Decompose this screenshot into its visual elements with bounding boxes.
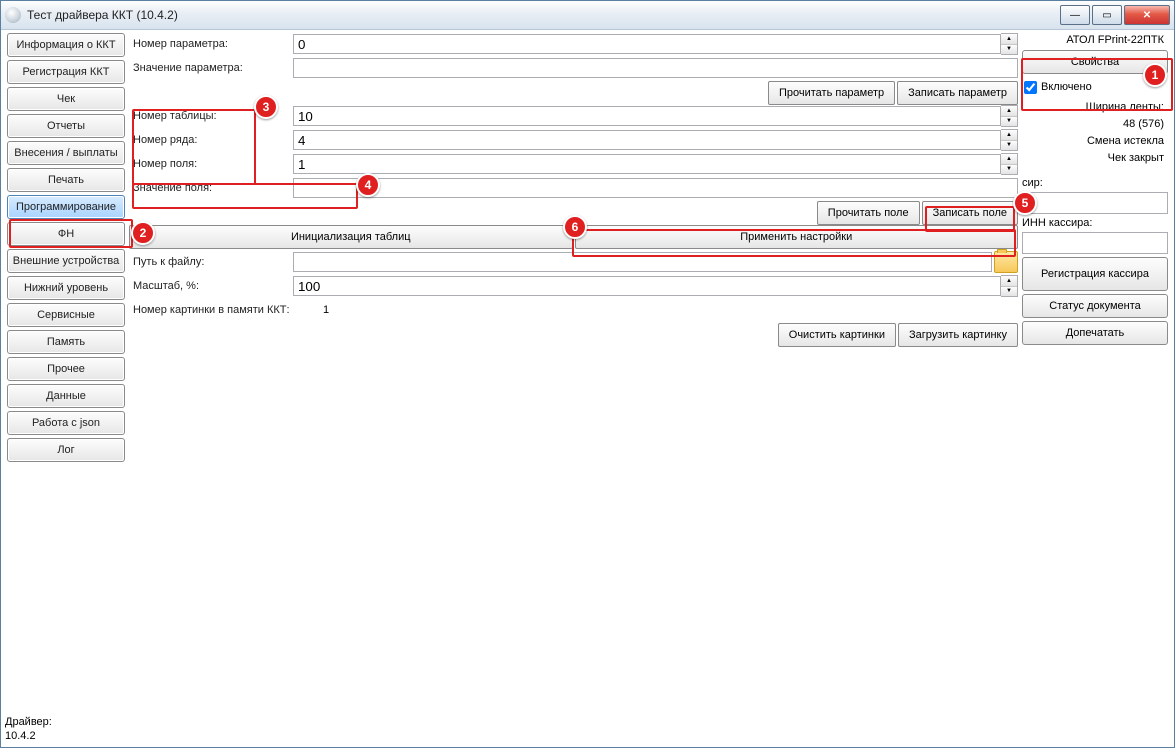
scale-spinner[interactable]: ▲▼: [1001, 275, 1018, 297]
minimize-button[interactable]: —: [1060, 5, 1090, 25]
sidebar-item-low-level[interactable]: Нижний уровень: [7, 276, 125, 300]
callout-4: 4: [356, 173, 380, 197]
sidebar-item-cash[interactable]: Внесения / выплаты: [7, 141, 125, 165]
load-pic-button[interactable]: Загрузить картинку: [898, 323, 1018, 347]
sidebar: Информация о ККТ Регистрация ККТ Чек Отч…: [5, 33, 127, 743]
param-val-label: Значение параметра:: [129, 62, 293, 74]
cheque-status: Чек закрыт: [1022, 151, 1168, 165]
callout-6: 6: [563, 215, 587, 239]
callout-5: 5: [1013, 191, 1037, 215]
sidebar-item-cheque[interactable]: Чек: [7, 87, 125, 111]
write-field-button[interactable]: Записать поле: [922, 201, 1018, 225]
sidebar-item-reports[interactable]: Отчеты: [7, 114, 125, 138]
callout-1: 1: [1143, 63, 1167, 87]
table-no-input[interactable]: [293, 106, 1001, 126]
init-tables-button[interactable]: Инициализация таблиц: [129, 225, 573, 249]
callout-2: 2: [131, 221, 155, 245]
cashier-input[interactable]: [1022, 192, 1168, 214]
browse-folder-icon[interactable]: [994, 251, 1018, 273]
maximize-button[interactable]: ▭: [1092, 5, 1122, 25]
sidebar-item-ext-devices[interactable]: Внешние устройства: [7, 249, 125, 273]
field-val-input[interactable]: [293, 178, 1018, 198]
cashier-label-partial: сир:: [1022, 177, 1168, 189]
device-name: АТОЛ FPrint-22ПТК: [1022, 33, 1168, 47]
row-no-label: Номер ряда:: [129, 134, 293, 146]
sidebar-item-log[interactable]: Лог: [7, 438, 125, 462]
reprint-button[interactable]: Допечатать: [1022, 321, 1168, 345]
sidebar-item-fn[interactable]: ФН: [7, 222, 125, 246]
sidebar-item-service[interactable]: Сервисные: [7, 303, 125, 327]
file-path-input[interactable]: [293, 252, 992, 272]
param-no-spinner[interactable]: ▲▼: [1001, 33, 1018, 55]
sidebar-item-data[interactable]: Данные: [7, 384, 125, 408]
close-button[interactable]: ✕: [1124, 5, 1170, 25]
main-panel: Номер параметра: ▲▼ Значение параметра: …: [129, 33, 1018, 743]
app-icon: [5, 7, 21, 23]
tape-width-label: Ширина ленты:: [1022, 100, 1168, 114]
inn-input[interactable]: [1022, 232, 1168, 254]
right-panel: АТОЛ FPrint-22ПТК Свойства Включено Шири…: [1020, 33, 1170, 743]
doc-status-button[interactable]: Статус документа: [1022, 294, 1168, 318]
scale-input[interactable]: [293, 276, 1001, 296]
field-no-input[interactable]: [293, 154, 1001, 174]
sidebar-item-registration[interactable]: Регистрация ККТ: [7, 60, 125, 84]
sidebar-item-other[interactable]: Прочее: [7, 357, 125, 381]
reg-cashier-button[interactable]: Регистрация кассира: [1022, 257, 1168, 291]
param-no-label: Номер параметра:: [129, 38, 293, 50]
table-no-spinner[interactable]: ▲▼: [1001, 105, 1018, 127]
shift-status: Смена истекла: [1022, 134, 1168, 148]
sidebar-item-memory[interactable]: Память: [7, 330, 125, 354]
pic-no-label: Номер картинки в памяти ККТ:: [129, 304, 323, 316]
row-no-input[interactable]: [293, 130, 1001, 150]
clear-pics-button[interactable]: Очистить картинки: [778, 323, 896, 347]
window: Тест драйвера ККТ (10.4.2) — ▭ ✕ Информа…: [0, 0, 1175, 748]
titlebar: Тест драйвера ККТ (10.4.2) — ▭ ✕: [1, 1, 1174, 30]
field-no-spinner[interactable]: ▲▼: [1001, 153, 1018, 175]
field-val-label: Значение поля:: [129, 182, 293, 194]
callout-3: 3: [254, 95, 278, 119]
sidebar-item-info[interactable]: Информация о ККТ: [7, 33, 125, 57]
param-no-input[interactable]: [293, 34, 1001, 54]
sidebar-item-programming[interactable]: Программирование: [7, 195, 125, 219]
apply-settings-button[interactable]: Применить настройки: [575, 225, 1019, 249]
pic-no-value: 1: [323, 304, 1018, 316]
param-val-input[interactable]: [293, 58, 1018, 78]
window-title: Тест драйвера ККТ (10.4.2): [27, 8, 1060, 22]
file-path-label: Путь к файлу:: [129, 256, 293, 268]
driver-version: Драйвер: 10.4.2: [5, 715, 1170, 743]
scale-label: Масштаб, %:: [129, 280, 293, 292]
read-field-button[interactable]: Прочитать поле: [817, 201, 920, 225]
inn-label: ИНН кассира:: [1022, 217, 1168, 229]
row-no-spinner[interactable]: ▲▼: [1001, 129, 1018, 151]
sidebar-item-print[interactable]: Печать: [7, 168, 125, 192]
sidebar-item-json[interactable]: Работа с json: [7, 411, 125, 435]
read-param-button[interactable]: Прочитать параметр: [768, 81, 895, 105]
tape-width-value: 48 (576): [1022, 117, 1168, 131]
enabled-label: Включено: [1041, 81, 1092, 93]
field-no-label: Номер поля:: [129, 158, 293, 170]
write-param-button[interactable]: Записать параметр: [897, 81, 1018, 105]
enabled-checkbox[interactable]: [1024, 81, 1037, 94]
